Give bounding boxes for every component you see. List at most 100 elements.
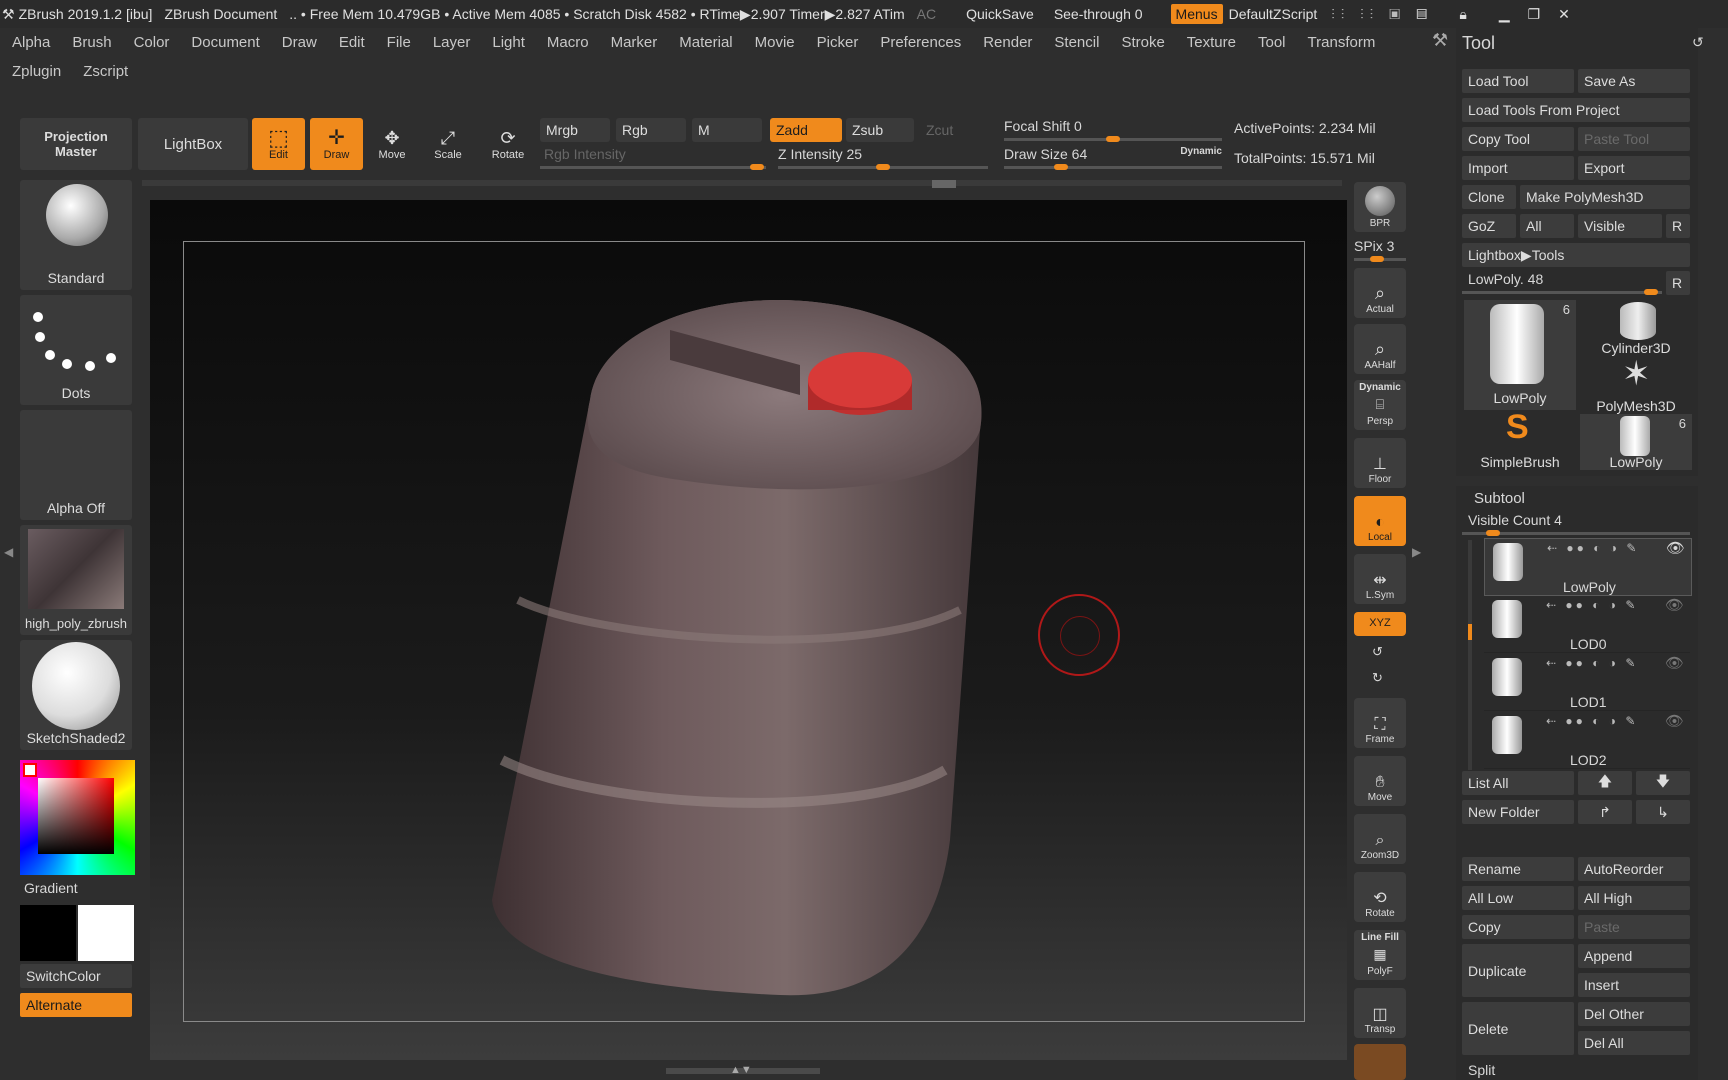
color-picker[interactable] (20, 760, 135, 875)
delete-button[interactable]: Delete (1462, 1002, 1574, 1055)
ghost-button[interactable] (1354, 1044, 1406, 1080)
zsub-button[interactable]: Zsub (846, 118, 914, 142)
close-icon[interactable]: ✕ (1558, 6, 1570, 23)
subtool-controls-icon[interactable]: ⇠ ●● ◐ ◑ ✎ (1547, 541, 1639, 555)
lsym-button[interactable]: ⇹ L.Sym (1354, 554, 1406, 604)
move-up-button[interactable]: 🡅︎ (1578, 771, 1632, 795)
color-picker-square[interactable] (38, 778, 114, 854)
rgb-button[interactable]: Rgb (616, 118, 686, 142)
aahalf-button[interactable]: ⌕ AAHalf (1354, 324, 1406, 374)
projection-master-button[interactable]: Projection Master (20, 118, 132, 170)
subtool-item[interactable]: ⇠ ●● ◐ ◑ ✎ 👁︎ LOD1 (1484, 654, 1690, 711)
primary-color-swatch[interactable] (20, 905, 76, 961)
quicksave-button[interactable]: QuickSave (966, 6, 1034, 22)
menu-stencil[interactable]: Stencil (1042, 30, 1109, 59)
spix-slider[interactable]: SPix 3 (1354, 238, 1406, 264)
palette-reset-icon[interactable]: ↺ (1692, 34, 1704, 51)
del-other-button[interactable]: Del Other (1578, 1002, 1690, 1026)
z-intensity-slider[interactable]: Z Intensity 25 (778, 146, 988, 170)
folder-move-down-button[interactable]: ↳ (1636, 800, 1690, 824)
stroke-slot[interactable]: Dots (20, 295, 132, 405)
goz-button[interactable]: GoZ (1462, 214, 1516, 238)
eye-icon[interactable]: 👁︎ (1666, 539, 1685, 557)
top-scrollbar[interactable] (142, 180, 1342, 188)
material-slot[interactable]: SketchShaded2 (20, 640, 132, 750)
actual-button[interactable]: ⌕ Actual (1354, 268, 1406, 318)
list-all-button[interactable]: List All (1462, 771, 1574, 795)
rotate-mode-button[interactable]: ⟳ Rotate (482, 118, 534, 170)
paste-subtool-button[interactable]: Paste (1578, 915, 1690, 939)
autoreorder-button[interactable]: AutoReorder (1578, 857, 1690, 881)
alternate-button[interactable]: Alternate (20, 993, 132, 1017)
del-all-button[interactable]: Del All (1578, 1031, 1690, 1055)
mrgb-button[interactable]: Mrgb (540, 118, 610, 142)
eye-icon[interactable]: 👁︎ (1665, 712, 1684, 730)
frame-button[interactable]: ⛶ Frame (1354, 698, 1406, 748)
see-through-slider[interactable]: See-through 0 (1054, 6, 1143, 22)
make-polymesh3d-button[interactable]: Make PolyMesh3D (1520, 185, 1690, 209)
menu-preferences[interactable]: Preferences (868, 30, 971, 59)
subtool-scrollbar-thumb[interactable] (1468, 624, 1472, 640)
top-scrollbar-thumb[interactable] (932, 180, 956, 188)
switchcolor-button[interactable]: SwitchColor (20, 964, 132, 988)
copy-tool-button[interactable]: Copy Tool (1462, 127, 1574, 151)
move-down-button[interactable]: 🡇︎ (1636, 771, 1690, 795)
rename-button[interactable]: Rename (1462, 857, 1574, 881)
rotate-z-icon[interactable]: ↻ (1372, 670, 1383, 686)
menu-alpha[interactable]: Alpha (0, 30, 60, 59)
zadd-button[interactable]: Zadd (770, 118, 842, 142)
move-mode-button[interactable]: ✥ Move (366, 118, 418, 170)
menu-draw[interactable]: Draw (270, 30, 327, 59)
menu-color[interactable]: Color (122, 30, 180, 59)
default-zscript-button[interactable]: DefaultZScript (1229, 6, 1318, 22)
persp-button[interactable]: Dynamic ⌸ Persp (1354, 380, 1406, 430)
menu-picker[interactable]: Picker (805, 30, 869, 59)
move-view-button[interactable]: ✋︎ Move (1354, 756, 1406, 806)
lightbox-button[interactable]: LightBox (138, 118, 248, 170)
import-button[interactable]: Import (1462, 156, 1574, 180)
tool-thumb-lowpoly[interactable]: 6 LowPoly (1464, 300, 1576, 410)
lowpoly-r-button[interactable]: R (1666, 271, 1690, 295)
menu-layer[interactable]: Layer (421, 30, 481, 59)
menu-file[interactable]: File (375, 30, 421, 59)
draw-mode-button[interactable]: ✛ Draw (310, 118, 363, 170)
menu-material[interactable]: Material (667, 30, 742, 59)
split-section-header[interactable]: Split (1468, 1062, 1495, 1078)
menu-transform[interactable]: Transform (1296, 30, 1386, 59)
lightbox-tools-button[interactable]: Lightbox▶Tools (1462, 243, 1690, 267)
duplicate-button[interactable]: Duplicate (1462, 944, 1574, 997)
zcut-button[interactable]: Zcut (920, 118, 988, 142)
clone-button[interactable]: Clone (1462, 185, 1516, 209)
eye-icon[interactable]: 👁︎ (1665, 654, 1684, 672)
paste-tool-button[interactable]: Paste Tool (1578, 127, 1690, 151)
menu-tool[interactable]: Tool (1246, 30, 1296, 59)
tool-palette-title[interactable]: Tool (1462, 33, 1495, 54)
rotate-view-button[interactable]: ⟲ Rotate (1354, 872, 1406, 922)
eye-icon[interactable]: 👁︎ (1665, 596, 1684, 614)
secondary-color-swatch[interactable] (78, 905, 134, 961)
menu-document[interactable]: Document (179, 30, 269, 59)
new-folder-button[interactable]: New Folder (1462, 800, 1574, 824)
menu-render[interactable]: Render (971, 30, 1042, 59)
subtool-controls-icon[interactable]: ⇠ ●● ◐ ◑ ✎ (1546, 598, 1638, 612)
texture-slot[interactable]: high_poly_zbrush (20, 525, 132, 635)
right-tray-arrow[interactable]: ▶ (1412, 545, 1421, 559)
menu-edit[interactable]: Edit (327, 30, 375, 59)
copy-subtool-button[interactable]: Copy (1462, 915, 1574, 939)
tool-thumb-simplebrush[interactable]: S SimpleBrush (1464, 408, 1576, 470)
all-low-button[interactable]: All Low (1462, 886, 1574, 910)
alpha-slot[interactable]: Alpha Off (20, 410, 132, 520)
gradient-button[interactable]: Gradient (24, 880, 78, 896)
edit-mode-button[interactable]: ⬚ Edit (252, 118, 305, 170)
save-as-button[interactable]: Save As (1578, 69, 1690, 93)
menu-macro[interactable]: Macro (535, 30, 599, 59)
tool-thumb-lowpoly-2[interactable]: 6 LowPoly (1580, 414, 1692, 470)
append-button[interactable]: Append (1578, 944, 1690, 968)
draw-size-slider[interactable]: Draw Size 64 Dynamic (1004, 146, 1222, 170)
menus-toggle[interactable]: Menus (1170, 4, 1223, 24)
subtool-controls-icon[interactable]: ⇠ ●● ◐ ◑ ✎ (1546, 656, 1638, 670)
export-button[interactable]: Export (1578, 156, 1690, 180)
menu-zplugin[interactable]: Zplugin (0, 59, 71, 88)
restore-icon[interactable]: ❐ (1528, 6, 1541, 23)
subtool-title[interactable]: Subtool (1474, 490, 1525, 507)
